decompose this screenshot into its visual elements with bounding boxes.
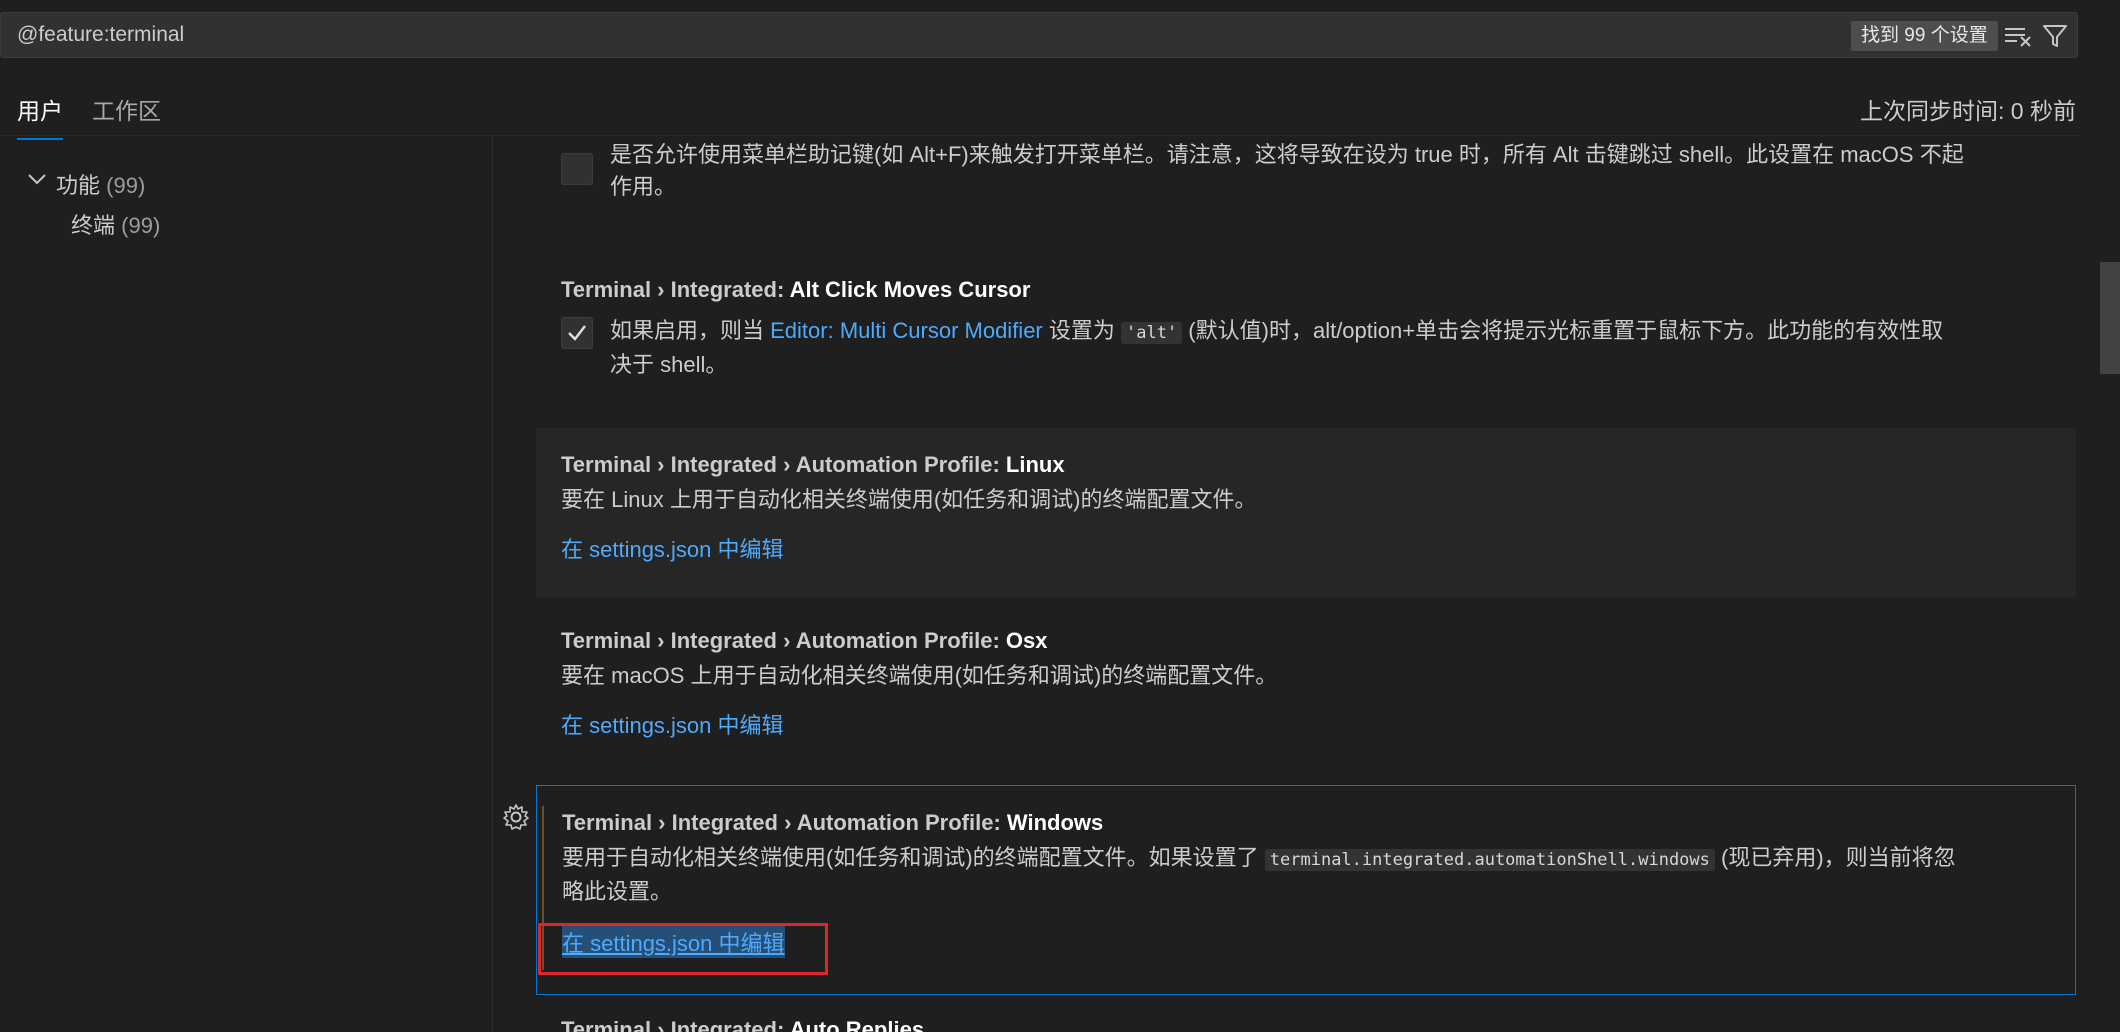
setting-title-osx: Terminal › Integrated › Automation Profi… bbox=[561, 628, 1048, 653]
scrollbar-thumb[interactable] bbox=[2100, 262, 2120, 374]
setting-description-osx: 要在 macOS 上用于自动化相关终端使用(如任务和调试)的终端配置文件。 bbox=[561, 663, 1278, 688]
settings-search-bar[interactable]: 找到 99 个设置 bbox=[0, 12, 2078, 58]
highlight-box bbox=[538, 923, 828, 975]
tab-user[interactable]: 用户 bbox=[17, 92, 63, 140]
toc-features-count: (99) bbox=[106, 173, 146, 198]
toc-terminal-count: (99) bbox=[121, 213, 161, 238]
gear-icon[interactable] bbox=[501, 802, 531, 832]
setting-title-linux: Terminal › Integrated › Automation Profi… bbox=[561, 452, 1065, 477]
clear-filter-icon[interactable] bbox=[2003, 23, 2033, 49]
setting-automation-profile-linux: Terminal › Integrated › Automation Profi… bbox=[536, 428, 2076, 598]
chevron-down-icon[interactable] bbox=[26, 168, 48, 190]
setting-title-windows: Terminal › Integrated › Automation Profi… bbox=[562, 810, 1104, 835]
setting-checkbox[interactable] bbox=[561, 153, 593, 185]
setting-description-windows: 要用于自动化相关终端使用(如任务和调试)的终端配置文件。如果设置了 termin… bbox=[562, 845, 1956, 904]
setting-description-linux: 要在 Linux 上用于自动化相关终端使用(如任务和调试)的终端配置文件。 bbox=[561, 487, 1257, 512]
toc-item-terminal[interactable]: 终端 (99) bbox=[71, 208, 160, 240]
setting-title-alt-click: Terminal › Integrated: Alt Click Moves C… bbox=[561, 277, 1031, 302]
setting-automation-profile-osx: Terminal › Integrated › Automation Profi… bbox=[536, 598, 2076, 768]
toc-terminal-label: 终端 bbox=[71, 213, 116, 238]
edit-in-settings-json-link[interactable]: 在 settings.json 中编辑 bbox=[561, 708, 784, 740]
filter-icon[interactable] bbox=[2041, 22, 2069, 50]
tab-workspace[interactable]: 工作区 bbox=[92, 92, 161, 138]
toc-item-features[interactable]: 功能 (99) bbox=[56, 168, 145, 200]
search-input[interactable] bbox=[15, 13, 1815, 57]
results-count-badge: 找到 99 个设置 bbox=[1851, 21, 1998, 51]
setting-description: 是否允许使用菜单栏助记键(如 Alt+F)来触发打开菜单栏。请注意，这将导致在设… bbox=[610, 142, 1964, 199]
edit-in-settings-json-link[interactable]: 在 settings.json 中编辑 bbox=[561, 532, 784, 564]
settings-list: 是否允许使用菜单栏助记键(如 Alt+F)来触发打开菜单栏。请注意，这将导致在设… bbox=[493, 137, 2120, 1032]
multi-cursor-modifier-link[interactable]: Editor: Multi Cursor Modifier bbox=[770, 318, 1043, 343]
setting-title-auto-replies: Terminal › Integrated: Auto Replies bbox=[561, 1017, 925, 1032]
settings-scope-tabs: 用户 工作区 上次同步时间: 0 秒前 bbox=[0, 80, 2078, 140]
alt-click-checkbox[interactable] bbox=[561, 317, 593, 349]
sync-status: 上次同步时间: 0 秒前 bbox=[1860, 98, 2076, 124]
toc-features-label: 功能 bbox=[56, 173, 101, 198]
setting-description-alt-click: 如果启用，则当 Editor: Multi Cursor Modifier 设置… bbox=[610, 318, 1944, 377]
checkmark-icon bbox=[568, 325, 586, 341]
